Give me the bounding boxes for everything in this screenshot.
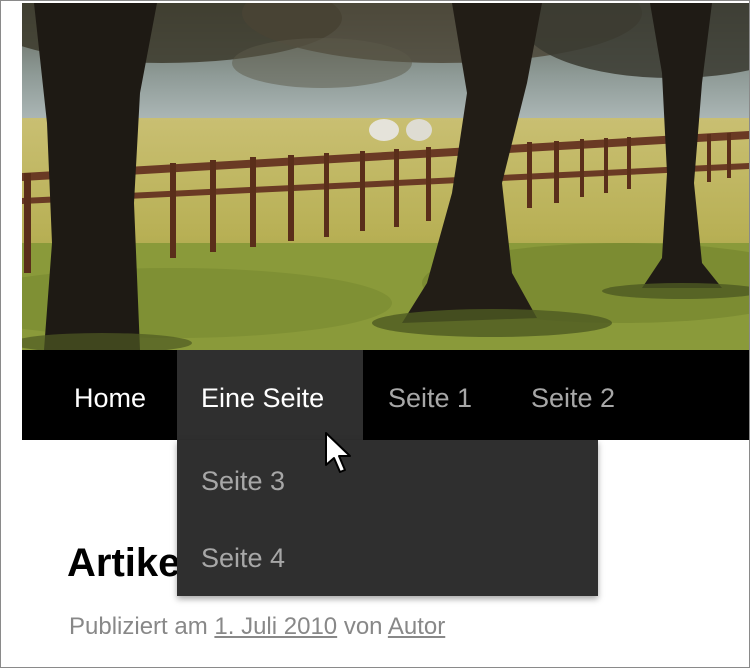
article-meta: Publiziert am 1. Juli 2010 von Autor <box>69 613 445 641</box>
meta-by: von <box>343 613 383 640</box>
main-navigation: Home Eine Seite Seite 1 Seite 2 <box>22 350 749 440</box>
submenu-item-seite-4[interactable]: Seite 4 <box>201 543 285 574</box>
article-title[interactable]: Artikel <box>67 541 192 586</box>
nav-item-eine-seite[interactable]: Eine Seite <box>177 350 363 440</box>
article-date-link[interactable]: 1. Juli 2010 <box>214 613 337 640</box>
nav-item-seite-1[interactable]: Seite 1 <box>388 350 472 440</box>
arrow-cursor-icon <box>325 432 351 473</box>
header-image <box>22 3 749 350</box>
article-author-link[interactable]: Autor <box>388 613 445 640</box>
meta-prefix: Publiziert am <box>69 613 208 640</box>
browser-viewport: Home Eine Seite Seite 1 Seite 2 Seite 3 … <box>0 0 750 668</box>
nav-item-seite-2[interactable]: Seite 2 <box>531 350 615 440</box>
nav-dropdown-submenu: Seite 3 Seite 4 <box>177 440 598 596</box>
nav-item-home[interactable]: Home <box>74 350 146 440</box>
submenu-item-seite-3[interactable]: Seite 3 <box>201 466 285 497</box>
